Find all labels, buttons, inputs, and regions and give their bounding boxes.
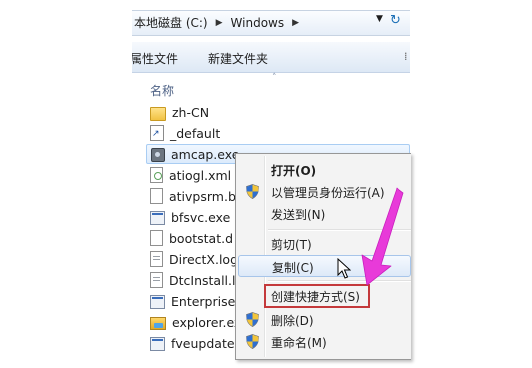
exe-icon [150, 211, 165, 225]
explorer-icon [150, 317, 166, 330]
breadcrumb-separator-icon[interactable]: ▶ [210, 18, 229, 28]
menu-item-label: 复制(C) [272, 261, 314, 275]
address-bar[interactable]: 本地磁盘 (C:) ▶ Windows ▶ ▼ ↻ [132, 10, 410, 36]
menu-separator [268, 280, 411, 282]
context-menu: 打开(O) 以管理员身份运行(A) 发送到(N) 剪切(T) 复制(C) 创建快… [235, 153, 411, 360]
file-name: bootstat.d [169, 230, 234, 246]
list-item[interactable]: zh-CN [146, 102, 410, 122]
file-name: Enterprise. [171, 293, 240, 309]
menu-item-open[interactable]: 打开(O) [238, 159, 411, 181]
menu-separator [268, 229, 411, 231]
menu-item-label: 剪切(T) [271, 238, 312, 252]
toolbar-overflow-icon[interactable]: ⁞ [404, 50, 408, 63]
breadcrumb: 本地磁盘 (C:) ▶ Windows ▶ [132, 14, 305, 31]
menu-item-label: 删除(D) [271, 314, 314, 328]
uac-shield-icon [246, 312, 259, 327]
address-dropdown-icon[interactable]: ▼ [376, 14, 383, 24]
breadcrumb-item-local-disk[interactable]: 本地磁盘 (C:) [132, 14, 210, 31]
file-name: DtcInstall.l [169, 272, 236, 288]
file-name: ativpsrm.b [169, 188, 236, 204]
file-name: fveupdate. [171, 335, 239, 351]
menu-item-cut[interactable]: 剪切(T) [238, 233, 411, 255]
file-name: explorer.ex [172, 314, 242, 330]
new-folder-button[interactable]: 新建文件夹 [208, 50, 268, 67]
uac-shield-icon [246, 334, 259, 349]
file-name: amcap.exe [171, 146, 240, 162]
refresh-icon[interactable]: ↻ [390, 13, 401, 28]
menu-item-create-shortcut[interactable]: 创建快捷方式(S) [264, 284, 370, 308]
breadcrumb-separator-icon[interactable]: ▶ [286, 18, 305, 28]
menu-item-label: 以管理员身份运行(A) [271, 186, 385, 200]
menu-item-rename[interactable]: 重命名(M) [238, 331, 411, 353]
mouse-cursor-icon [337, 258, 351, 279]
menu-item-copy[interactable]: 复制(C) [238, 255, 411, 277]
exe-icon [150, 337, 165, 351]
column-header-name[interactable]: 名称 [150, 82, 174, 99]
file-name: _default [170, 125, 221, 141]
menu-item-delete[interactable]: 删除(D) [238, 309, 411, 331]
log-file-icon [150, 272, 163, 288]
menu-item-label: 打开(O) [271, 164, 317, 178]
sort-ascending-icon: ˄ [272, 73, 277, 83]
file-name: bfsvc.exe [171, 209, 231, 225]
file-name: DirectX.log [169, 251, 239, 267]
menu-item-send-to[interactable]: 发送到(N) [238, 203, 411, 225]
exe-icon [150, 295, 165, 309]
camera-exe-icon [151, 148, 165, 162]
command-bar: 属性文件 新建文件夹 ⁞ [132, 42, 410, 73]
breadcrumb-item-windows[interactable]: Windows [229, 16, 287, 30]
shortcut-icon [150, 125, 164, 141]
list-item[interactable]: _default [146, 123, 410, 143]
properties-button[interactable]: 属性文件 [132, 50, 178, 67]
log-file-icon [150, 251, 163, 267]
folder-icon [150, 106, 166, 121]
menu-item-label: 重命名(M) [271, 336, 327, 350]
document-icon [150, 188, 163, 204]
file-name: atiogl.xml [169, 167, 232, 183]
menu-item-label: 发送到(N) [271, 208, 326, 222]
menu-item-run-as-admin[interactable]: 以管理员身份运行(A) [238, 181, 411, 203]
file-name: zh-CN [172, 104, 210, 120]
document-icon [150, 230, 163, 246]
uac-shield-icon [246, 184, 259, 199]
menu-item-label: 创建快捷方式(S) [271, 290, 360, 304]
xml-file-icon [150, 167, 163, 183]
